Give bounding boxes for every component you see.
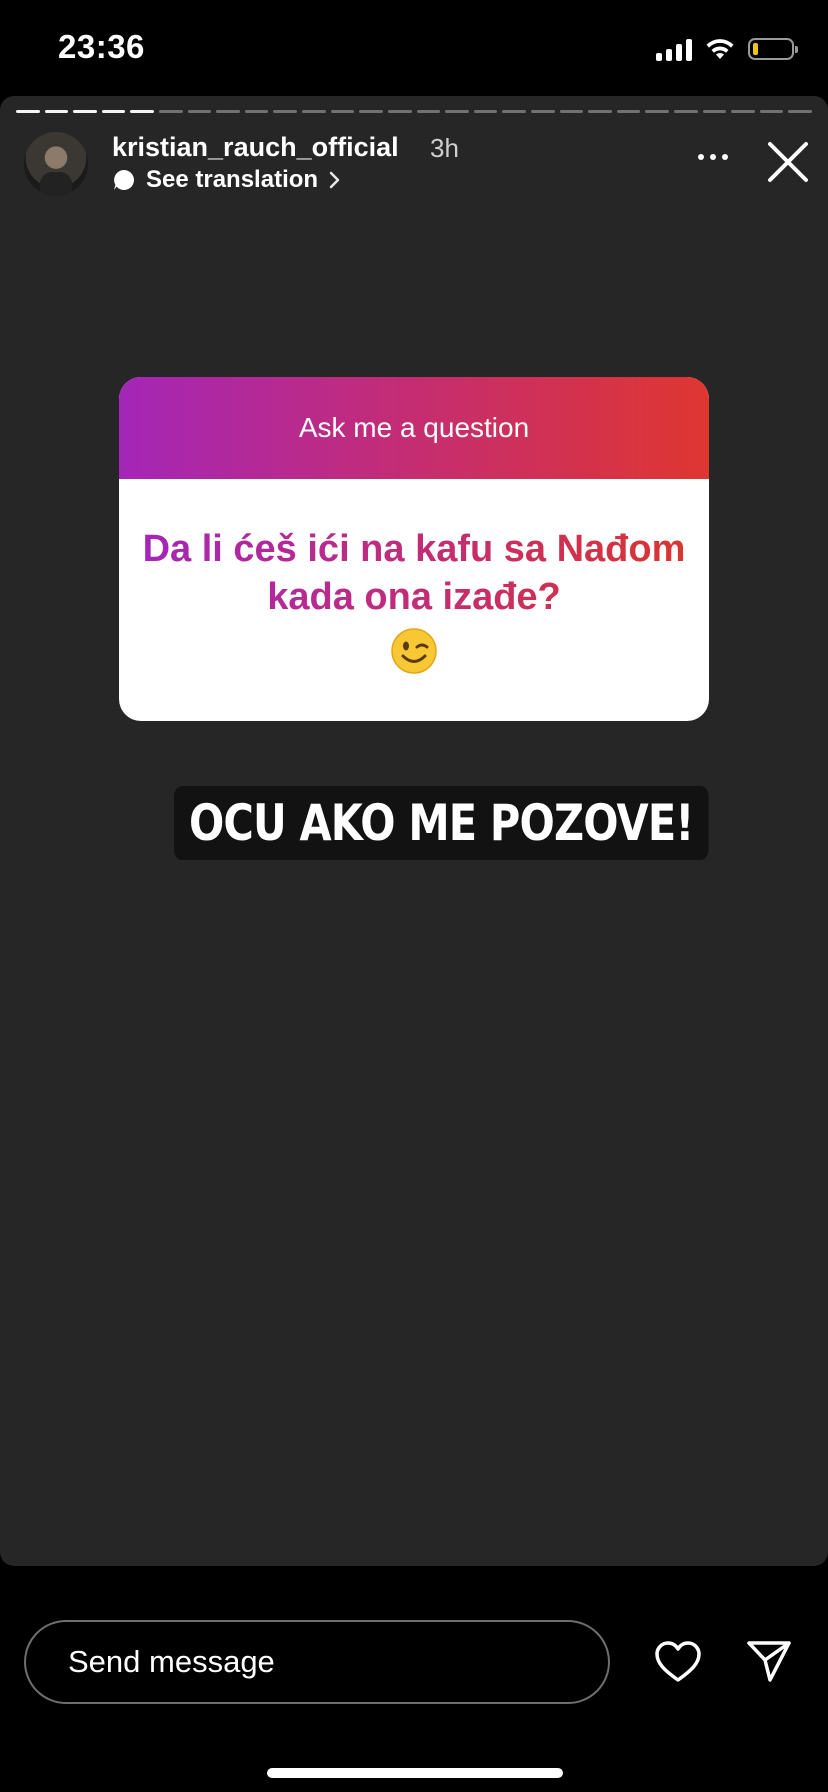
story-view[interactable]: kristian_rauch_official 3h See translati… xyxy=(0,96,828,1566)
see-translation-label: See translation xyxy=(146,166,319,193)
send-icon[interactable] xyxy=(746,1638,792,1684)
story-progress-bar xyxy=(16,110,813,114)
progress-segment xyxy=(588,110,612,113)
progress-segment xyxy=(445,110,469,113)
reply-bar xyxy=(0,1566,828,1792)
more-icon[interactable] xyxy=(698,154,728,160)
avatar[interactable] xyxy=(24,132,88,196)
progress-segment xyxy=(187,110,212,113)
progress-segment xyxy=(416,110,441,113)
question-sticker-header: Ask me a question xyxy=(119,377,709,479)
progress-segment xyxy=(44,110,69,113)
question-sticker[interactable]: Ask me a question Da li ćeš ići na kafu … xyxy=(119,377,709,721)
progress-segment xyxy=(244,110,269,113)
cellular-signal-icon xyxy=(656,37,692,61)
progress-segment xyxy=(387,110,412,113)
progress-segment xyxy=(616,110,641,113)
close-icon[interactable] xyxy=(766,140,810,184)
send-message-input[interactable] xyxy=(66,1643,608,1681)
progress-segment xyxy=(502,110,526,113)
home-indicator xyxy=(267,1768,563,1778)
progress-segment xyxy=(302,110,326,113)
progress-segment xyxy=(645,110,670,113)
progress-segment xyxy=(702,110,727,113)
progress-segment xyxy=(788,110,813,113)
question-text: Da li ćeš ići na kafu sa Nađom kada ona … xyxy=(139,525,689,621)
progress-segment xyxy=(101,110,126,113)
progress-segment xyxy=(330,110,355,113)
progress-segment xyxy=(16,110,40,113)
see-translation-link[interactable]: See translation xyxy=(112,166,342,194)
progress-segment xyxy=(759,110,784,113)
progress-segment xyxy=(73,110,97,113)
progress-segment xyxy=(530,110,555,113)
status-time: 23:36 xyxy=(58,28,145,65)
progress-segment xyxy=(473,110,498,113)
winking-face-emoji-icon xyxy=(391,628,437,674)
progress-segment xyxy=(130,110,155,113)
chevron-right-icon xyxy=(329,171,340,189)
wifi-icon xyxy=(706,39,734,59)
answer-text: OCU AKO ME POZOVE! xyxy=(174,786,709,860)
progress-segment xyxy=(273,110,298,113)
battery-icon xyxy=(748,38,798,60)
status-icons xyxy=(656,34,798,64)
progress-segment xyxy=(559,110,584,113)
progress-segment xyxy=(359,110,383,113)
time-ago: 3h xyxy=(430,133,459,163)
speech-bubble-icon xyxy=(114,169,135,190)
progress-segment xyxy=(159,110,183,113)
progress-segment xyxy=(731,110,755,113)
question-sticker-body: Da li ćeš ići na kafu sa Nađom kada ona … xyxy=(119,479,709,721)
send-message-field[interactable] xyxy=(24,1620,610,1704)
progress-segment xyxy=(216,110,240,113)
status-bar: 23:36 xyxy=(0,0,828,96)
username[interactable]: kristian_rauch_official xyxy=(112,132,399,163)
progress-segment xyxy=(674,110,698,113)
heart-icon[interactable] xyxy=(654,1640,702,1684)
